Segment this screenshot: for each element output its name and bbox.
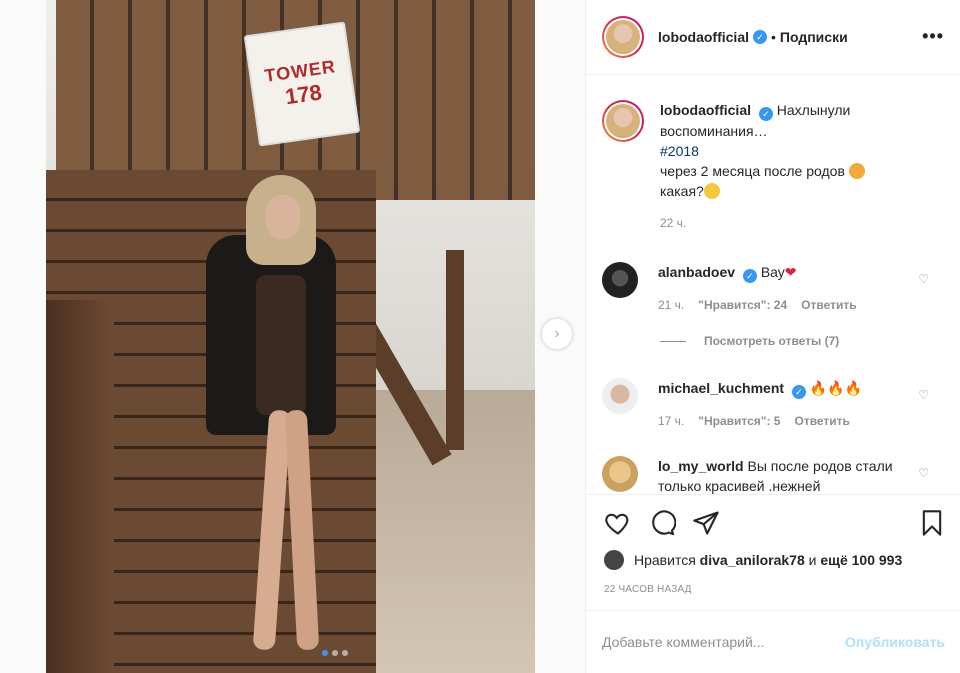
carousel-dot [332, 650, 338, 656]
lion-emoji-icon [848, 163, 865, 179]
header-separator: • [771, 29, 776, 45]
caption-row: lobodaofficial ✓ Нахлынули воспоминания…… [602, 100, 947, 233]
verified-badge-icon: ✓ [791, 385, 806, 399]
photo-leg [284, 409, 320, 651]
post-side-panel: lobodaofficial ✓ • Подписки ••• lobodaof… [585, 0, 960, 673]
comment-time[interactable]: 17 ч. [658, 411, 684, 431]
tower-sign-number: 178 [283, 78, 324, 109]
carousel-dot [322, 650, 328, 656]
comment-avatar[interactable] [602, 262, 638, 298]
photo-column: TOWER 178 › [0, 0, 585, 673]
reply-button[interactable]: Ответить [794, 411, 849, 431]
reply-button[interactable]: Ответить [801, 295, 856, 315]
liker-username-link[interactable]: diva_anilorak78 [700, 552, 805, 568]
author-username-link[interactable]: lobodaofficial [658, 29, 749, 45]
photo-face [266, 195, 300, 239]
comment-text: Вау [760, 264, 785, 280]
instagram-post-page: TOWER 178 › lobodaofficial ✓ • Подписки … [0, 0, 960, 673]
comment-like-heart-icon[interactable]: ♡ [918, 466, 929, 480]
add-comment-form: Опубликовать [586, 610, 960, 673]
post-actions-bar [586, 494, 960, 554]
comment-username-link[interactable]: lo_my_world [658, 458, 744, 474]
likes-summary: Нравится diva_anilorak78 и ещё 100 993 [604, 550, 902, 570]
comment-like-heart-icon[interactable]: ♡ [918, 388, 929, 402]
comments-list[interactable]: lobodaofficial ✓ Нахлынули воспоминания…… [586, 76, 960, 494]
carousel-dots [322, 650, 348, 656]
caption-time[interactable]: 22 ч. [660, 213, 686, 233]
caption-username-link[interactable]: lobodaofficial [660, 102, 751, 118]
comment-username-link[interactable]: alanbadoev [658, 264, 735, 280]
heart-icon[interactable] [604, 509, 632, 537]
comment-row: alanbadoev ✓ Вау❤ 21 ч. "Нравится": 24 О… [602, 262, 947, 315]
photo-swimsuit [256, 275, 306, 415]
author-avatar[interactable] [602, 16, 644, 58]
comment-body: lo_my_world Вы после родов стали только … [658, 456, 908, 494]
likes-prefix: Нравится [634, 552, 696, 568]
likes-and: и [808, 552, 817, 568]
view-replies-button[interactable]: Посмотреть ответы (7) [660, 334, 839, 348]
chevron-right-icon: › [554, 325, 560, 342]
comment-likes[interactable]: "Нравится": 24 [698, 295, 787, 315]
comment-like-heart-icon[interactable]: ♡ [918, 272, 929, 286]
photo-beam [446, 250, 464, 450]
more-options-icon[interactable]: ••• [922, 26, 944, 47]
comment-avatar[interactable] [602, 456, 638, 492]
red-heart-emoji-icon: ❤ [784, 264, 797, 280]
tower-sign: TOWER 178 [243, 21, 361, 147]
share-icon[interactable] [692, 509, 720, 537]
caption-body: lobodaofficial ✓ Нахлынули воспоминания…… [660, 100, 910, 233]
caption-avatar[interactable] [602, 100, 644, 142]
comment-time[interactable]: 21 ч. [658, 295, 684, 315]
following-button[interactable]: Подписки [780, 29, 848, 45]
comment-input[interactable] [602, 634, 846, 650]
likes-count-link[interactable]: ещё 100 993 [820, 552, 902, 568]
caption-text: через 2 месяца после родов [660, 163, 845, 179]
comment-body: michael_kuchment ✓ 🔥🔥🔥 17 ч. "Нравится":… [658, 378, 908, 431]
comment-row: lo_my_world Вы после родов стали только … [602, 456, 947, 494]
post-header: lobodaofficial ✓ • Подписки ••• [586, 0, 960, 75]
next-image-button[interactable]: › [542, 319, 572, 349]
liker-avatar[interactable] [604, 550, 624, 570]
publish-button[interactable]: Опубликовать [845, 634, 945, 650]
header-author: lobodaofficial ✓ • Подписки [658, 29, 848, 45]
verified-badge-icon: ✓ [742, 269, 757, 283]
comment-avatar[interactable] [602, 378, 638, 414]
verified-badge-icon: ✓ [753, 30, 767, 44]
verified-badge-icon: ✓ [758, 107, 773, 121]
carousel-dot [342, 650, 348, 656]
replies-divider [660, 340, 686, 342]
comment-body: alanbadoev ✓ Вау❤ 21 ч. "Нравится": 24 О… [658, 262, 908, 315]
post-timestamp[interactable]: 22 ЧАСОВ НАЗАД [604, 584, 692, 595]
caption-text: какая? [660, 183, 704, 199]
comment-row: michael_kuchment ✓ 🔥🔥🔥 17 ч. "Нравится":… [602, 378, 947, 431]
comment-username-link[interactable]: michael_kuchment [658, 380, 784, 396]
photo-leg [252, 409, 292, 651]
post-photo[interactable]: TOWER 178 [46, 0, 535, 673]
comment-icon[interactable] [648, 509, 676, 537]
comment-likes[interactable]: "Нравится": 5 [698, 411, 780, 431]
hashtag-link[interactable]: #2018 [660, 143, 699, 159]
photo-wood-post [46, 300, 114, 673]
photo-person [206, 175, 346, 655]
bookmark-icon[interactable] [918, 509, 946, 537]
fire-emoji-icon: 🔥🔥🔥 [809, 380, 863, 396]
grimace-emoji-icon [703, 183, 720, 199]
view-replies-label: Посмотреть ответы (7) [704, 334, 840, 348]
